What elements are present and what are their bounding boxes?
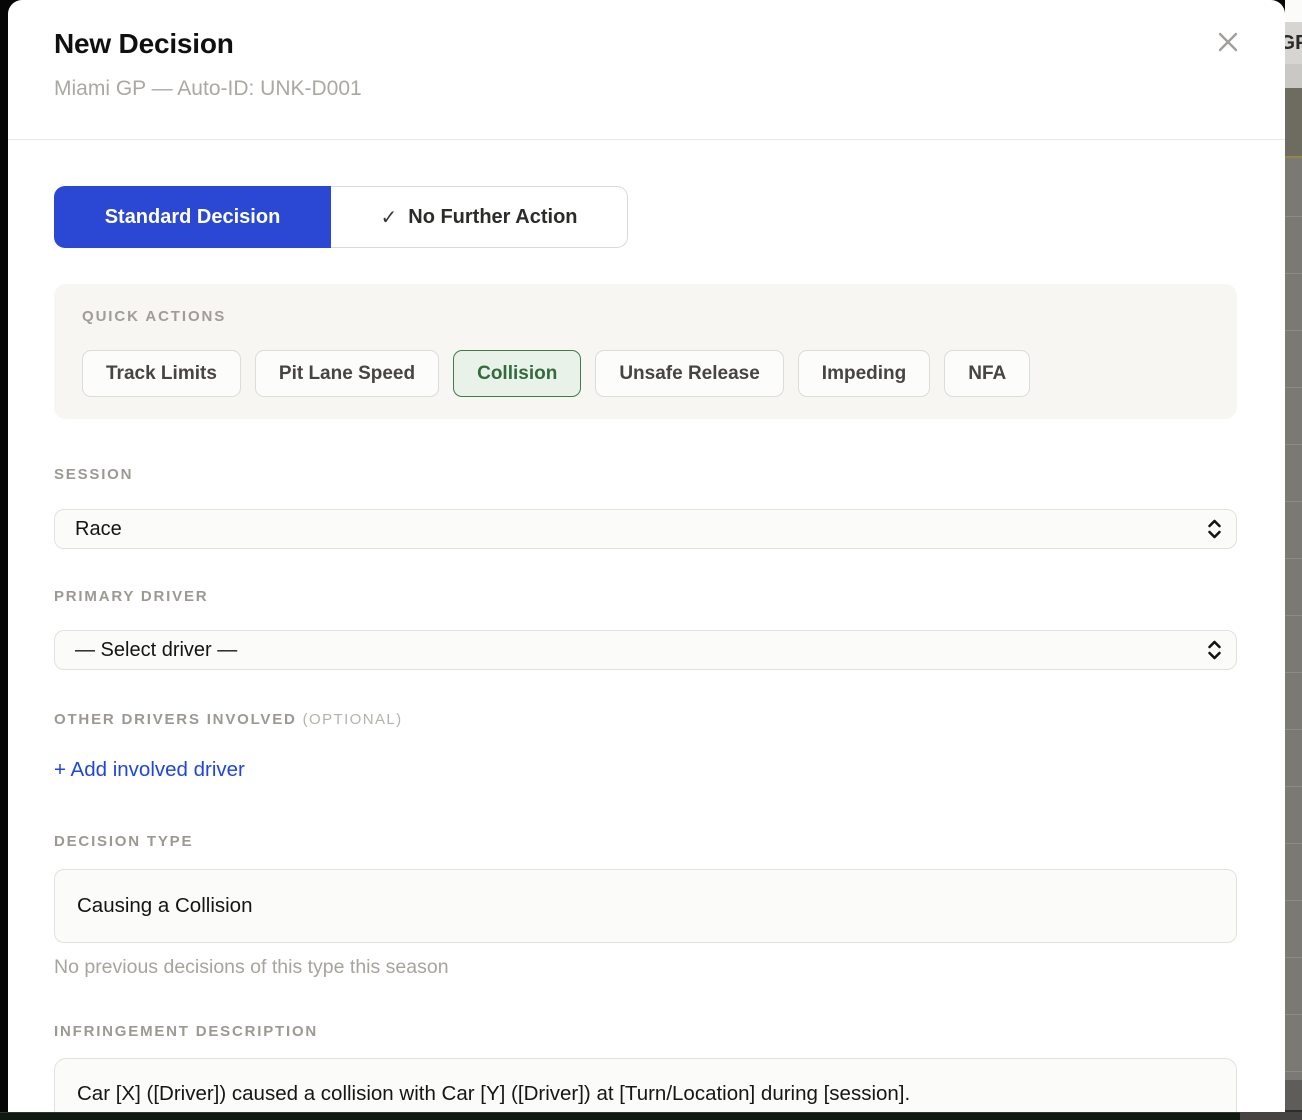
primary-driver-select[interactable]: — Select driver — [54, 630, 1237, 670]
quick-actions-panel: QUICK ACTIONS Track Limits Pit Lane Spee… [54, 284, 1237, 419]
new-decision-modal: New Decision Miami GP — Auto-ID: UNK-D00… [8, 0, 1285, 1120]
background-page: GP [1285, 0, 1302, 1120]
tab-no-further-action[interactable]: ✓ No Further Action [331, 186, 628, 248]
tab-standard-decision[interactable]: Standard Decision [54, 186, 331, 248]
quick-actions-label: QUICK ACTIONS [82, 308, 227, 325]
decision-mode-tabs: Standard Decision ✓ No Further Action [54, 186, 628, 248]
other-drivers-label-text: OTHER DRIVERS INVOLVED [54, 711, 297, 728]
decision-type-label: DECISION TYPE [54, 833, 194, 850]
quick-action-collision[interactable]: Collision [453, 350, 582, 397]
background-header-top [1285, 0, 1302, 22]
quick-actions-row: Track Limits Pit Lane Speed Collision Un… [82, 350, 1031, 397]
background-toolbar [1285, 88, 1302, 158]
screen-bottom-edge [0, 1112, 1240, 1120]
infringement-description-label: INFRINGEMENT DESCRIPTION [54, 1023, 319, 1040]
screen-bottom-edge-right [1240, 1112, 1302, 1120]
header-divider [8, 139, 1285, 140]
screen: GP New Decision Miami GP — Auto-ID: UNK-… [0, 0, 1302, 1120]
quick-action-nfa[interactable]: NFA [944, 350, 1031, 397]
quick-action-pit-lane-speed[interactable]: Pit Lane Speed [254, 350, 440, 397]
select-chevrons-icon [1208, 640, 1221, 660]
tab-no-further-action-label: No Further Action [408, 205, 578, 228]
decision-type-helper-text: No previous decisions of this type this … [54, 956, 449, 978]
primary-driver-select-value: — Select driver — [75, 638, 238, 661]
background-table-footer [1285, 1080, 1302, 1110]
check-icon: ✓ [380, 206, 398, 229]
screen-left-edge [0, 0, 8, 1120]
session-select-value: Race [75, 517, 122, 540]
decision-type-input[interactable]: Causing a Collision [54, 869, 1237, 943]
modal-subtitle: Miami GP — Auto-ID: UNK-D001 [54, 77, 362, 100]
close-button[interactable] [1213, 27, 1243, 57]
add-involved-driver-link[interactable]: + Add involved driver [54, 758, 245, 782]
quick-action-track-limits[interactable]: Track Limits [82, 350, 241, 397]
background-table-rows [1285, 160, 1302, 1080]
quick-action-unsafe-release[interactable]: Unsafe Release [595, 350, 784, 397]
background-page-title: GP [1285, 22, 1302, 64]
close-icon [1218, 32, 1238, 52]
background-subheader [1285, 64, 1302, 88]
quick-action-impeding[interactable]: Impeding [797, 350, 931, 397]
infringement-description-textarea[interactable]: Car [X] ([Driver]) caused a collision wi… [54, 1058, 1237, 1120]
select-chevrons-icon [1208, 519, 1221, 539]
primary-driver-label: PRIMARY DRIVER [54, 588, 209, 605]
session-select[interactable]: Race [54, 509, 1237, 549]
session-label: SESSION [54, 466, 134, 483]
other-drivers-label: OTHER DRIVERS INVOLVED (OPTIONAL) [54, 711, 403, 728]
page-title: New Decision [54, 28, 234, 59]
other-drivers-optional-text: (OPTIONAL) [302, 711, 403, 728]
